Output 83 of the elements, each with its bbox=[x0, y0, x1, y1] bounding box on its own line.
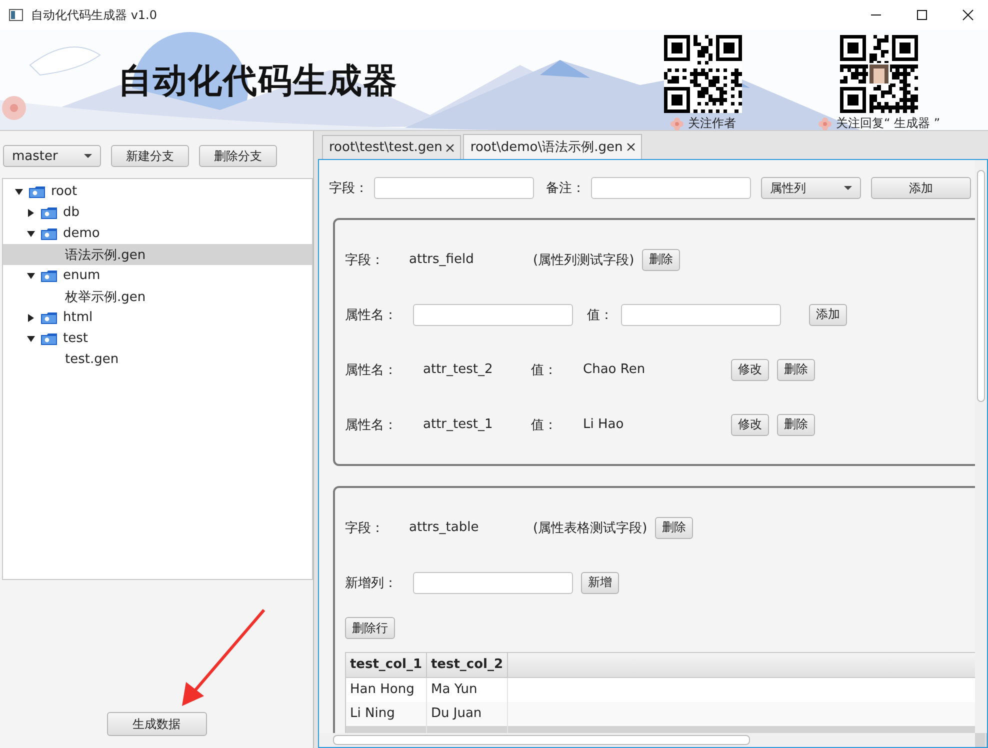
tree-item[interactable]: root bbox=[3, 181, 312, 202]
field-label: 字段： bbox=[345, 252, 385, 268]
caret-icon bbox=[84, 154, 92, 158]
tree-item[interactable]: enum bbox=[3, 265, 312, 286]
branch-dropdown[interactable]: master bbox=[3, 145, 101, 167]
maximize-icon[interactable] bbox=[916, 9, 928, 21]
type-dropdown[interactable]: 属性列 bbox=[761, 177, 861, 199]
attr-value-label: 值： bbox=[587, 306, 613, 324]
field-label: 字段： bbox=[345, 520, 385, 536]
table-cell: Ma Yun bbox=[427, 678, 508, 702]
delete-button[interactable]: 删除 bbox=[777, 414, 815, 436]
tree-item[interactable]: test.gen bbox=[3, 349, 312, 370]
attr-name-label: 属性名： bbox=[345, 306, 398, 324]
window-title: 自动化代码生成器 v1.0 bbox=[31, 6, 157, 24]
qr-caption: 关注作者 bbox=[688, 115, 736, 132]
edit-button[interactable]: 修改 bbox=[731, 358, 769, 380]
folder-icon bbox=[41, 312, 57, 324]
delete-button[interactable]: 删除 bbox=[655, 516, 694, 538]
attr-name: attr_test_2 bbox=[423, 362, 494, 377]
tree-item[interactable]: 语法示例.gen bbox=[3, 244, 312, 265]
delete-row-button[interactable]: 删除行 bbox=[345, 617, 395, 639]
attr-value-input[interactable] bbox=[621, 304, 781, 326]
field-comment: (属性表格测试字段) bbox=[533, 520, 648, 536]
expand-arrow-icon[interactable] bbox=[15, 188, 23, 196]
folder-icon bbox=[41, 206, 57, 218]
caret-icon bbox=[844, 186, 852, 190]
delete-button[interactable]: 删除 bbox=[642, 248, 680, 270]
branch-button[interactable]: 新建分支 bbox=[111, 145, 189, 167]
add-button[interactable]: 添加 bbox=[809, 304, 847, 326]
delete-button[interactable]: 删除 bbox=[777, 358, 815, 380]
attr-name: attr_test_1 bbox=[423, 417, 494, 432]
add-column-button[interactable]: 新增 bbox=[581, 572, 619, 594]
attr-name-input[interactable] bbox=[413, 304, 573, 326]
attr-value-label: 值： bbox=[531, 416, 558, 434]
expand-arrow-icon[interactable] bbox=[27, 272, 35, 280]
close-icon[interactable] bbox=[446, 144, 454, 152]
new-column-label: 新增列： bbox=[345, 574, 398, 592]
attr-value: Chao Ren bbox=[583, 362, 646, 377]
tab[interactable]: root\test\test.gen bbox=[322, 135, 462, 159]
flower-icon bbox=[818, 116, 832, 130]
column-header[interactable]: test_col_1 bbox=[346, 653, 427, 678]
attr-name-label: 属性名： bbox=[345, 416, 398, 434]
folder-icon bbox=[41, 332, 57, 344]
expand-arrow-icon[interactable] bbox=[27, 314, 35, 322]
field-comment: (属性列测试字段) bbox=[533, 252, 634, 268]
field-name: attrs_table bbox=[409, 520, 480, 535]
folder-icon bbox=[41, 270, 57, 282]
field-name: attrs_field bbox=[409, 252, 475, 267]
expand-arrow-icon[interactable] bbox=[27, 208, 35, 216]
remark-label: 备注： bbox=[546, 180, 585, 197]
attr-value-label: 值： bbox=[531, 362, 558, 378]
table-cell: Du Juan bbox=[427, 702, 508, 726]
qr-caption: 关注回复“ 生成器 ” bbox=[836, 115, 940, 132]
generate-button[interactable]: 生成数据 bbox=[106, 712, 206, 736]
table-cell: Han Hong bbox=[346, 678, 427, 702]
attr-name-label: 属性名： bbox=[345, 362, 398, 378]
tree-item[interactable]: html bbox=[3, 307, 312, 328]
expand-arrow-icon[interactable] bbox=[27, 334, 35, 342]
branch-button[interactable]: 删除分支 bbox=[199, 145, 277, 167]
tab[interactable]: root\demo\语法示例.gen bbox=[463, 134, 642, 159]
close-icon[interactable] bbox=[626, 143, 635, 151]
edit-button[interactable]: 修改 bbox=[731, 414, 769, 436]
banner-title: 自动化代码生成器 bbox=[118, 60, 398, 103]
field-label: 字段： bbox=[329, 180, 368, 197]
new-column-input[interactable] bbox=[413, 572, 573, 594]
attr-value: Li Hao bbox=[583, 417, 625, 432]
folder-icon bbox=[41, 228, 57, 240]
close-icon[interactable] bbox=[962, 9, 974, 21]
app-icon bbox=[9, 8, 23, 22]
horizontal-scrollbar[interactable] bbox=[319, 733, 975, 747]
tree-item[interactable]: 枚举示例.gen bbox=[3, 286, 312, 307]
tree-item[interactable]: db bbox=[3, 202, 312, 223]
flower-icon bbox=[670, 116, 684, 130]
tree-item[interactable]: test bbox=[3, 328, 312, 349]
field-input[interactable] bbox=[374, 177, 534, 199]
folder-icon bbox=[29, 186, 45, 198]
tree-item[interactable]: demo bbox=[3, 223, 312, 244]
remark-input[interactable] bbox=[591, 177, 751, 199]
column-header[interactable]: test_col_2 bbox=[427, 653, 508, 678]
add-button[interactable]: 添加 bbox=[871, 177, 971, 199]
expand-arrow-icon[interactable] bbox=[27, 230, 35, 238]
table-cell: Li Ning bbox=[346, 702, 427, 726]
vertical-scrollbar[interactable] bbox=[975, 160, 987, 733]
